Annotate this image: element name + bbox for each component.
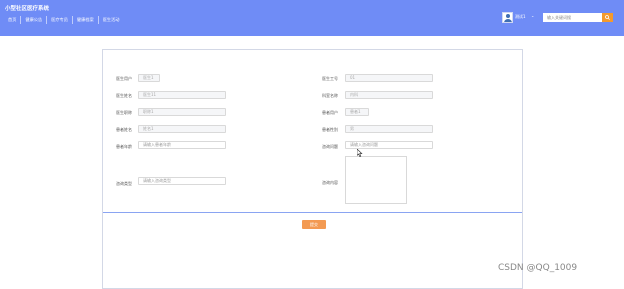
nav-announcements[interactable]: 健康公告: [21, 16, 48, 24]
main-nav: 首页 健康公告 医疗专员 健康档案 医生活动: [4, 15, 123, 25]
form-divider: [103, 212, 522, 213]
app-title: 小型社区医疗系统: [5, 6, 50, 12]
doctor-user-field: 医生1: [138, 74, 160, 82]
consult-content-textarea[interactable]: [345, 156, 407, 204]
label-patient-gender: 患者性别: [322, 127, 338, 132]
label-doctor-user: 医生用户: [116, 76, 132, 81]
doctor-id-field: 01: [345, 74, 433, 82]
consult-question-input[interactable]: 请输入咨询问题: [345, 141, 433, 149]
patient-user-field: 患者1: [345, 108, 369, 116]
consultation-form-card: [102, 49, 523, 289]
nav-doctor-activities[interactable]: 医生活动: [99, 16, 124, 24]
label-consult-content: 咨询内容: [322, 180, 338, 185]
username[interactable]: 测试1: [515, 14, 526, 20]
mouse-cursor-icon: [357, 149, 363, 157]
label-patient-user: 患者用户: [322, 110, 338, 115]
label-patient-age: 患者年龄: [116, 144, 132, 149]
label-doctor-name: 医生姓名: [116, 93, 132, 98]
submit-button[interactable]: 提交: [302, 220, 326, 229]
label-doctor-title: 医生职称: [116, 110, 132, 115]
search-icon: [605, 15, 610, 20]
label-consult-type: 咨询类型: [116, 181, 132, 186]
consult-type-input[interactable]: 请输入咨询类型: [138, 177, 226, 185]
label-department: 科室名称: [322, 93, 338, 98]
nav-medical-staff[interactable]: 医疗专员: [47, 16, 73, 24]
doctor-name-field: 医生11: [138, 91, 226, 99]
patient-name-field: 姓名1: [138, 125, 226, 133]
nav-health-records[interactable]: 健康档案: [73, 16, 99, 24]
doctor-title-field: 职称1: [138, 108, 226, 116]
nav-home[interactable]: 首页: [4, 16, 22, 24]
top-navbar: 小型社区医疗系统 首页 健康公告 医疗专员 健康档案 医生活动 测试1 ⌄: [0, 0, 624, 36]
label-patient-name: 患者姓名: [116, 127, 132, 132]
label-consult-question: 咨询问题: [322, 144, 338, 149]
patient-gender-field: 男: [345, 125, 433, 133]
label-doctor-id: 医生工号: [322, 76, 338, 81]
user-avatar-icon[interactable]: [502, 12, 513, 23]
patient-age-input[interactable]: 请输入患者年龄: [138, 141, 226, 149]
search-input[interactable]: [543, 13, 602, 22]
chevron-down-icon[interactable]: ⌄: [531, 13, 534, 18]
department-field: 内科: [345, 91, 433, 99]
watermark: CSDN @QQ_1009: [498, 263, 578, 273]
search-button[interactable]: [602, 13, 613, 22]
